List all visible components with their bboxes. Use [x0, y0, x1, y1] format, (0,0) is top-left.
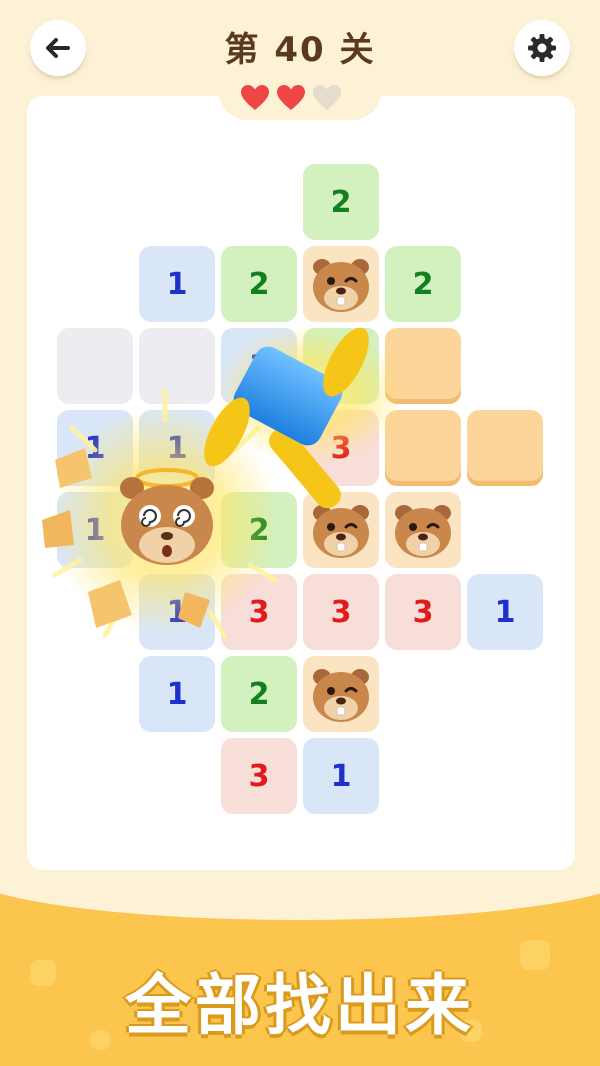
number-tile[interactable]: 3 — [385, 574, 461, 650]
number-tile[interactable]: 1 — [139, 410, 215, 486]
tile-number: 2 — [412, 266, 434, 302]
beaver-icon — [313, 505, 369, 558]
number-tile[interactable]: 3 — [303, 410, 379, 486]
tile-number: 1 — [166, 266, 188, 302]
tile-number: 1 — [166, 676, 188, 712]
beaver-tile[interactable] — [385, 492, 461, 568]
number-tile[interactable]: 2 — [221, 492, 297, 568]
number-tile[interactable]: 2 — [385, 246, 461, 322]
tile-number: 2 — [248, 266, 270, 302]
tile-number: 1 — [494, 594, 516, 630]
tile-number: 3 — [330, 430, 352, 466]
number-tile[interactable]: 1 — [57, 492, 133, 568]
number-tile[interactable]: 2 — [303, 164, 379, 240]
tile-number: 2 — [248, 676, 270, 712]
beaver-icon — [395, 505, 451, 558]
tile-number: 2 — [330, 184, 352, 220]
number-tile[interactable]: 3 — [303, 574, 379, 650]
beaver-tile[interactable] — [303, 656, 379, 732]
tile-number: 3 — [412, 594, 434, 630]
empty-tile[interactable] — [57, 328, 133, 404]
heart-full-icon — [241, 85, 269, 110]
lives-indicator — [240, 84, 342, 112]
number-tile[interactable]: 3 — [221, 738, 297, 814]
number-tile[interactable]: 1 — [139, 574, 215, 650]
empty-tile[interactable] — [139, 328, 215, 404]
number-tile[interactable]: 2 — [221, 656, 297, 732]
number-tile[interactable]: 1 — [303, 738, 379, 814]
level-title: 第 40 关 — [224, 30, 376, 70]
tile-number: 3 — [248, 594, 270, 630]
hidden-tile[interactable] — [385, 410, 461, 486]
tile-number: 1 — [248, 348, 270, 384]
number-tile[interactable]: 1 — [467, 574, 543, 650]
number-tile[interactable]: 2 — [221, 246, 297, 322]
number-tile[interactable]: 1 — [57, 410, 133, 486]
number-tile[interactable]: 1 — [139, 246, 215, 322]
tile-number: 2 — [248, 512, 270, 548]
number-tile[interactable]: 1 — [139, 656, 215, 732]
heart-empty-icon — [313, 85, 341, 110]
beaver-icon — [313, 259, 369, 312]
hidden-tile[interactable] — [385, 328, 461, 404]
tile-number: 2 — [330, 348, 352, 384]
tile-number: 1 — [330, 758, 352, 794]
tile-number: 1 — [166, 594, 188, 630]
top-bar: 第 40 关 — [0, 0, 600, 92]
number-tile[interactable]: 3 — [221, 574, 297, 650]
number-tile[interactable]: 2 — [303, 328, 379, 404]
settings-button[interactable] — [514, 20, 570, 76]
beaver-tile[interactable] — [303, 246, 379, 322]
gear-icon — [528, 34, 556, 62]
footer-wave — [0, 880, 600, 920]
tile-number: 3 — [248, 758, 270, 794]
tile-number: 1 — [166, 430, 188, 466]
slogan-text: 全部找出来 — [125, 967, 475, 1044]
heart-full-icon — [277, 85, 305, 110]
tile-number: 1 — [84, 512, 106, 548]
beaver-tile[interactable] — [303, 492, 379, 568]
hidden-tile[interactable] — [467, 410, 543, 486]
beaver-icon — [313, 669, 369, 722]
tile-number: 1 — [84, 430, 106, 466]
tile-number: 3 — [330, 594, 352, 630]
number-tile[interactable]: 1 — [221, 328, 297, 404]
